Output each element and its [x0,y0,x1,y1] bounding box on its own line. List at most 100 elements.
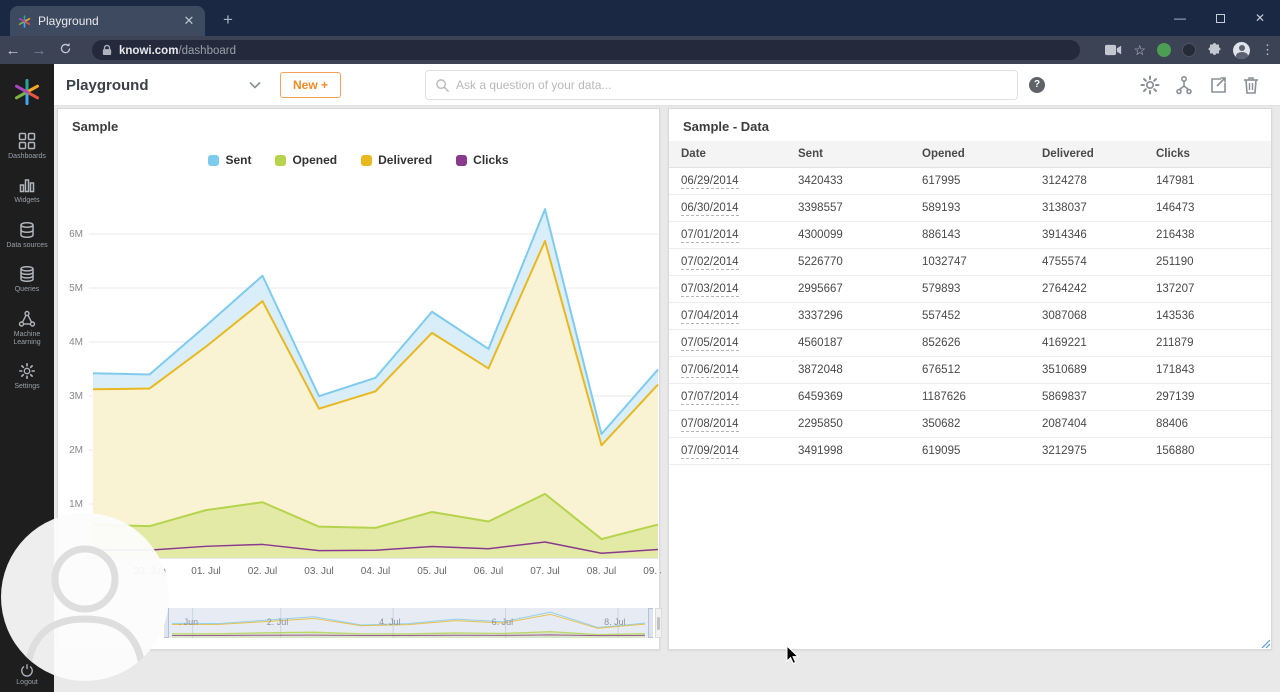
data-table: Date Sent Opened Delivered Clicks 06/29/2014… [669,141,1271,465]
column-header-sent[interactable]: Sent [786,141,910,168]
connector-icon[interactable] [1174,75,1194,95]
url-bar[interactable]: knowi.com/dashboard [92,40,1080,60]
reload-icon[interactable] [52,42,78,59]
value-cell: 3914346 [1030,221,1144,249]
date-value[interactable]: 07/03/2014 [681,283,739,297]
date-value[interactable]: 07/08/2014 [681,418,739,432]
new-tab-button[interactable]: + [216,10,240,30]
value-cell: 2764242 [1030,275,1144,303]
table-row[interactable]: 07/07/2014 6459369 1187626 5869837 297139 [669,383,1271,411]
column-header-delivered[interactable]: Delivered [1030,141,1144,168]
date-value[interactable]: 07/01/2014 [681,229,739,243]
workspace-selector[interactable]: Playground [66,64,261,106]
svg-text:6M: 6M [69,229,83,240]
forward-icon[interactable]: → [26,42,52,59]
table-row[interactable]: 07/06/2014 3872048 676512 3510689 171843 [669,356,1271,384]
svg-text:5M: 5M [69,283,83,294]
column-header-opened[interactable]: Opened [910,141,1030,168]
value-cell: 297139 [1144,383,1271,411]
sidebar-item-machine-learning[interactable]: Machine Learning [0,310,54,348]
legend-item-clicks[interactable]: Clicks [456,153,509,167]
new-button[interactable]: New + [280,72,342,98]
svg-text:4M: 4M [69,337,83,348]
legend-item-opened[interactable]: Opened [275,153,337,167]
date-value[interactable]: 07/04/2014 [681,310,739,324]
browser-menu-icon[interactable]: ⋮ [1261,42,1274,58]
table-row[interactable]: 07/01/2014 4300099 886143 3914346 216438 [669,221,1271,249]
extension-dark-icon[interactable] [1182,43,1196,57]
value-cell: 6459369 [786,383,910,411]
puzzle-extensions-icon[interactable] [1207,42,1222,58]
value-cell: 4755574 [1030,248,1144,276]
value-cell: 4300099 [786,221,910,249]
extension-tree-icon[interactable] [1157,43,1171,57]
search-box [425,70,1018,100]
date-value[interactable]: 06/29/2014 [681,175,739,189]
table-row[interactable]: 07/03/2014 2995667 579893 2764242 137207 [669,275,1271,303]
date-value[interactable]: 07/07/2014 [681,391,739,405]
table-row[interactable]: 07/05/2014 4560187 852626 4169221 211879 [669,329,1271,357]
browser-tab-strip: Playground ✕ + — ✕ [0,0,1280,36]
sidebar-item-widgets[interactable]: Widgets [0,176,54,205]
back-icon[interactable]: ← [0,42,26,59]
sidebar-item-queries[interactable]: Queries [0,265,54,294]
lock-icon [102,44,112,55]
table-row[interactable]: 07/04/2014 3337296 557452 3087068 143536 [669,302,1271,330]
table-row[interactable]: 07/09/2014 3491998 619095 3212975 156880 [669,437,1271,465]
table-row[interactable]: 07/08/2014 2295850 350682 2087404 88406 [669,410,1271,438]
tab-close-icon[interactable]: ✕ [181,13,197,29]
maximize-button[interactable] [1200,0,1240,36]
table-row[interactable]: 07/02/2014 5226770 1032747 4755574 251190 [669,248,1271,276]
value-cell: 579893 [910,275,1030,303]
chart-navigator[interactable]: . Jun 2. Jul 4. Jul 6. Jul 8. Jul [164,608,653,638]
svg-text:04. Jul: 04. Jul [361,566,390,577]
person-silhouette-icon [23,545,147,681]
resize-handle[interactable] [1260,638,1270,648]
browser-tab[interactable]: Playground ✕ [10,6,205,36]
date-value[interactable]: 07/02/2014 [681,256,739,270]
minimize-button[interactable]: — [1160,0,1200,36]
legend-marker [208,154,220,166]
video-icon[interactable] [1105,44,1122,56]
date-value[interactable]: 07/09/2014 [681,445,739,459]
value-cell: 852626 [910,329,1030,357]
app-header: Playground New + ? [54,64,1280,106]
date-cell: 07/02/2014 [669,248,786,276]
settings-gear-icon[interactable] [1140,75,1160,95]
scrollbar-thumb[interactable] [657,617,660,630]
value-cell: 3872048 [786,356,910,384]
ask-question-input[interactable] [456,71,1011,99]
svg-text:07. Jul: 07. Jul [530,566,559,577]
value-cell: 216438 [1144,221,1271,249]
logout-label: Logout [16,678,38,686]
date-value[interactable]: 07/06/2014 [681,364,739,378]
nodes-icon [18,310,36,327]
sidebar-item-data-sources[interactable]: Data sources [0,221,54,250]
chart-scrollbar[interactable] [655,608,662,638]
table-row[interactable]: 06/29/2014 3420433 617995 3124278 147981 [669,167,1271,195]
help-icon[interactable]: ? [1029,77,1045,93]
sidebar-item-dashboards[interactable]: Dashboards [0,132,54,161]
date-cell: 06/29/2014 [669,167,786,195]
trash-icon[interactable] [1241,75,1261,95]
legend-item-sent[interactable]: Sent [208,153,251,167]
value-cell: 617995 [910,167,1030,195]
knowi-logo[interactable] [13,78,41,106]
legend-item-delivered[interactable]: Delivered [361,153,432,167]
value-cell: 251190 [1144,248,1271,276]
chart-legend: Sent Opened Delivered Clicks [58,153,659,167]
column-header-clicks[interactable]: Clicks [1144,141,1271,168]
column-header-date[interactable]: Date [669,141,786,168]
sidebar-item-settings[interactable]: Settings [0,362,54,391]
date-value[interactable]: 07/05/2014 [681,337,739,351]
value-cell: 3398557 [786,194,910,222]
profile-avatar-icon[interactable] [1233,41,1250,59]
value-cell: 557452 [910,302,1030,330]
share-icon[interactable] [1208,75,1228,95]
bookmark-star-icon[interactable]: ☆ [1133,42,1146,59]
chart-card-title: Sample [72,119,119,134]
table-row[interactable]: 06/30/2014 3398557 589193 3138037 146473 [669,194,1271,222]
close-button[interactable]: ✕ [1240,0,1280,36]
date-cell: 07/07/2014 [669,383,786,411]
date-value[interactable]: 06/30/2014 [681,202,739,216]
